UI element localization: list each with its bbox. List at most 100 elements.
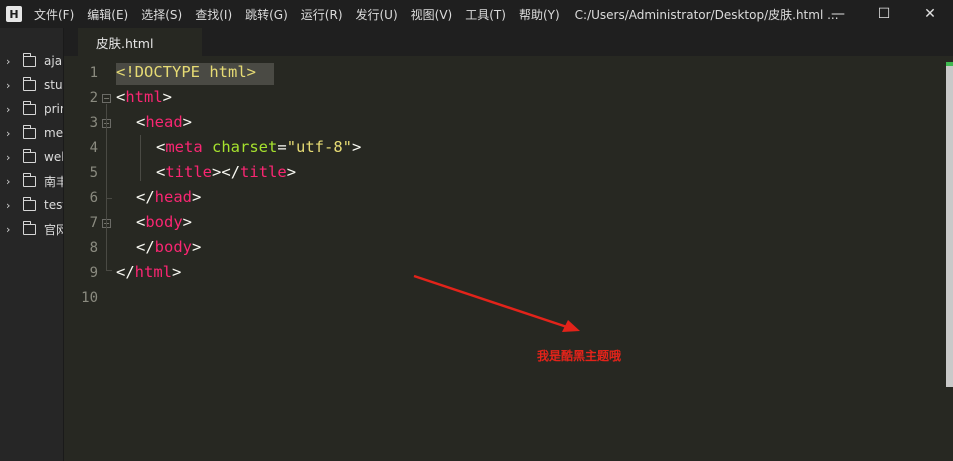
tab-active-file[interactable]: 皮肤.html: [78, 28, 202, 56]
sidebar-item[interactable]: › stud: [0, 75, 63, 95]
menu-file[interactable]: 文件(F): [34, 6, 74, 23]
fold-toggle-icon[interactable]: −: [102, 94, 111, 103]
chevron-right-icon[interactable]: ›: [6, 223, 15, 236]
menu-edit[interactable]: 编辑(E): [87, 6, 128, 23]
line-number: 2: [89, 90, 98, 106]
hbuilder-logo-icon: H: [6, 6, 22, 22]
sidebar-item-label: aja: [44, 54, 63, 68]
punct: >: [182, 213, 193, 231]
punct: </: [136, 238, 155, 256]
code-line-8: </body>: [136, 238, 201, 256]
chevron-right-icon[interactable]: ›: [6, 127, 15, 140]
folder-icon: [22, 100, 36, 115]
maximize-button[interactable]: ☐: [861, 0, 907, 28]
sidebar-item[interactable]: › wel: [0, 147, 64, 167]
line-number: 6: [89, 190, 98, 206]
folder-icon: [22, 76, 36, 91]
folder-icon: [22, 172, 36, 187]
sidebar-item[interactable]: › aja: [0, 51, 62, 71]
tag-name: body: [145, 213, 183, 231]
minimize-button[interactable]: —: [815, 0, 861, 28]
punct: >: [212, 163, 222, 181]
menu-tools[interactable]: 工具(T): [465, 6, 506, 23]
sidebar-item[interactable]: › prin: [0, 99, 63, 119]
sidebar-item-label: 官网: [44, 222, 63, 237]
chevron-right-icon[interactable]: ›: [6, 103, 15, 116]
annotation-arrow-icon: [413, 274, 580, 332]
tag-name: html: [125, 88, 163, 106]
punct: >: [172, 263, 182, 281]
line-number: 4: [89, 140, 98, 156]
sidebar-item-label: test: [44, 198, 63, 212]
punct: >: [352, 138, 362, 156]
sidebar-item[interactable]: › 官网: [0, 219, 63, 239]
fold-guide-end: [106, 270, 112, 271]
tag-name: html: [134, 263, 172, 281]
punct: <: [156, 138, 166, 156]
vertical-scrollbar[interactable]: [946, 62, 953, 387]
code-line-5: <title></title>: [156, 163, 296, 181]
menu-run[interactable]: 运行(R): [301, 6, 343, 23]
menu-select[interactable]: 选择(S): [141, 6, 182, 23]
line-number: 5: [89, 165, 98, 181]
punct: >: [162, 88, 173, 106]
line-number: 1: [89, 65, 98, 81]
punct: <: [116, 88, 126, 106]
indent-guide: [140, 135, 141, 181]
sidebar-item-label: me: [44, 126, 64, 140]
fold-guide: [106, 129, 107, 198]
menu-help[interactable]: 帮助(Y): [519, 6, 560, 23]
tag-name: meta: [165, 138, 203, 156]
attr-name: charset: [212, 138, 278, 156]
chevron-right-icon[interactable]: ›: [6, 151, 15, 164]
tag-name: head: [145, 113, 183, 131]
menu-find[interactable]: 查找(I): [195, 6, 232, 23]
code-editor[interactable]: 1 2 3 4 5 6 7 8 9 10 − − − <!DOCTYPE htm…: [64, 56, 953, 461]
title-bar: H 文件(F) 编辑(E) 选择(S) 查找(I) 跳转(G) 运行(R) 发行…: [0, 0, 953, 28]
sidebar-item[interactable]: › me: [0, 123, 63, 143]
chevron-right-icon[interactable]: ›: [6, 79, 15, 92]
tag-name: title: [240, 163, 287, 181]
annotation-text: 我是酷黑主题哦: [537, 349, 622, 363]
tag-name: body: [154, 238, 192, 256]
chevron-right-icon[interactable]: ›: [6, 55, 15, 68]
punct: <: [156, 163, 166, 181]
code-line-3: <head>: [136, 113, 192, 131]
doctype-token: <!DOCTYPE html>: [116, 63, 256, 81]
folder-icon: [22, 52, 36, 67]
punct: >: [192, 238, 202, 256]
close-button[interactable]: ✕: [907, 0, 953, 28]
menu-goto[interactable]: 跳转(G): [245, 6, 288, 23]
code-line-2: <html>: [116, 88, 172, 106]
code-line-1: <!DOCTYPE html>: [116, 63, 256, 81]
sidebar-item-label: wel: [44, 150, 64, 164]
chevron-right-icon[interactable]: ›: [6, 175, 15, 188]
punct: </: [136, 188, 155, 206]
file-path: C:/Users/Administrator/Desktop/皮肤.html .…: [574, 7, 839, 22]
sidebar-item[interactable]: › 南丰: [0, 171, 63, 191]
menu-publish[interactable]: 发行(U): [356, 6, 398, 23]
line-number: 3: [89, 115, 98, 131]
sidebar-item[interactable]: › test: [0, 195, 63, 215]
tab-label: 皮肤.html: [96, 35, 154, 51]
sidebar-item-label: 南丰: [44, 174, 63, 189]
tag-name: title: [165, 163, 213, 181]
punct: <: [136, 113, 146, 131]
line-number: 7: [89, 215, 98, 231]
code-line-7: <body>: [136, 213, 192, 231]
line-number: 10: [81, 290, 98, 306]
attr-value: "utf-8": [286, 138, 353, 156]
folder-icon: [22, 124, 36, 139]
folder-icon: [22, 220, 36, 235]
punct: >: [286, 163, 297, 181]
punct: </: [116, 263, 135, 281]
menu-view[interactable]: 视图(V): [411, 6, 453, 23]
window-controls: — ☐ ✕: [815, 0, 953, 28]
chevron-right-icon[interactable]: ›: [6, 199, 15, 212]
code-line-6: </head>: [136, 188, 201, 206]
punct: >: [182, 113, 193, 131]
code-line-4: <meta charset="utf-8">: [156, 138, 361, 156]
line-number: 8: [89, 240, 98, 256]
punct: =: [277, 138, 287, 156]
punct: >: [192, 188, 202, 206]
